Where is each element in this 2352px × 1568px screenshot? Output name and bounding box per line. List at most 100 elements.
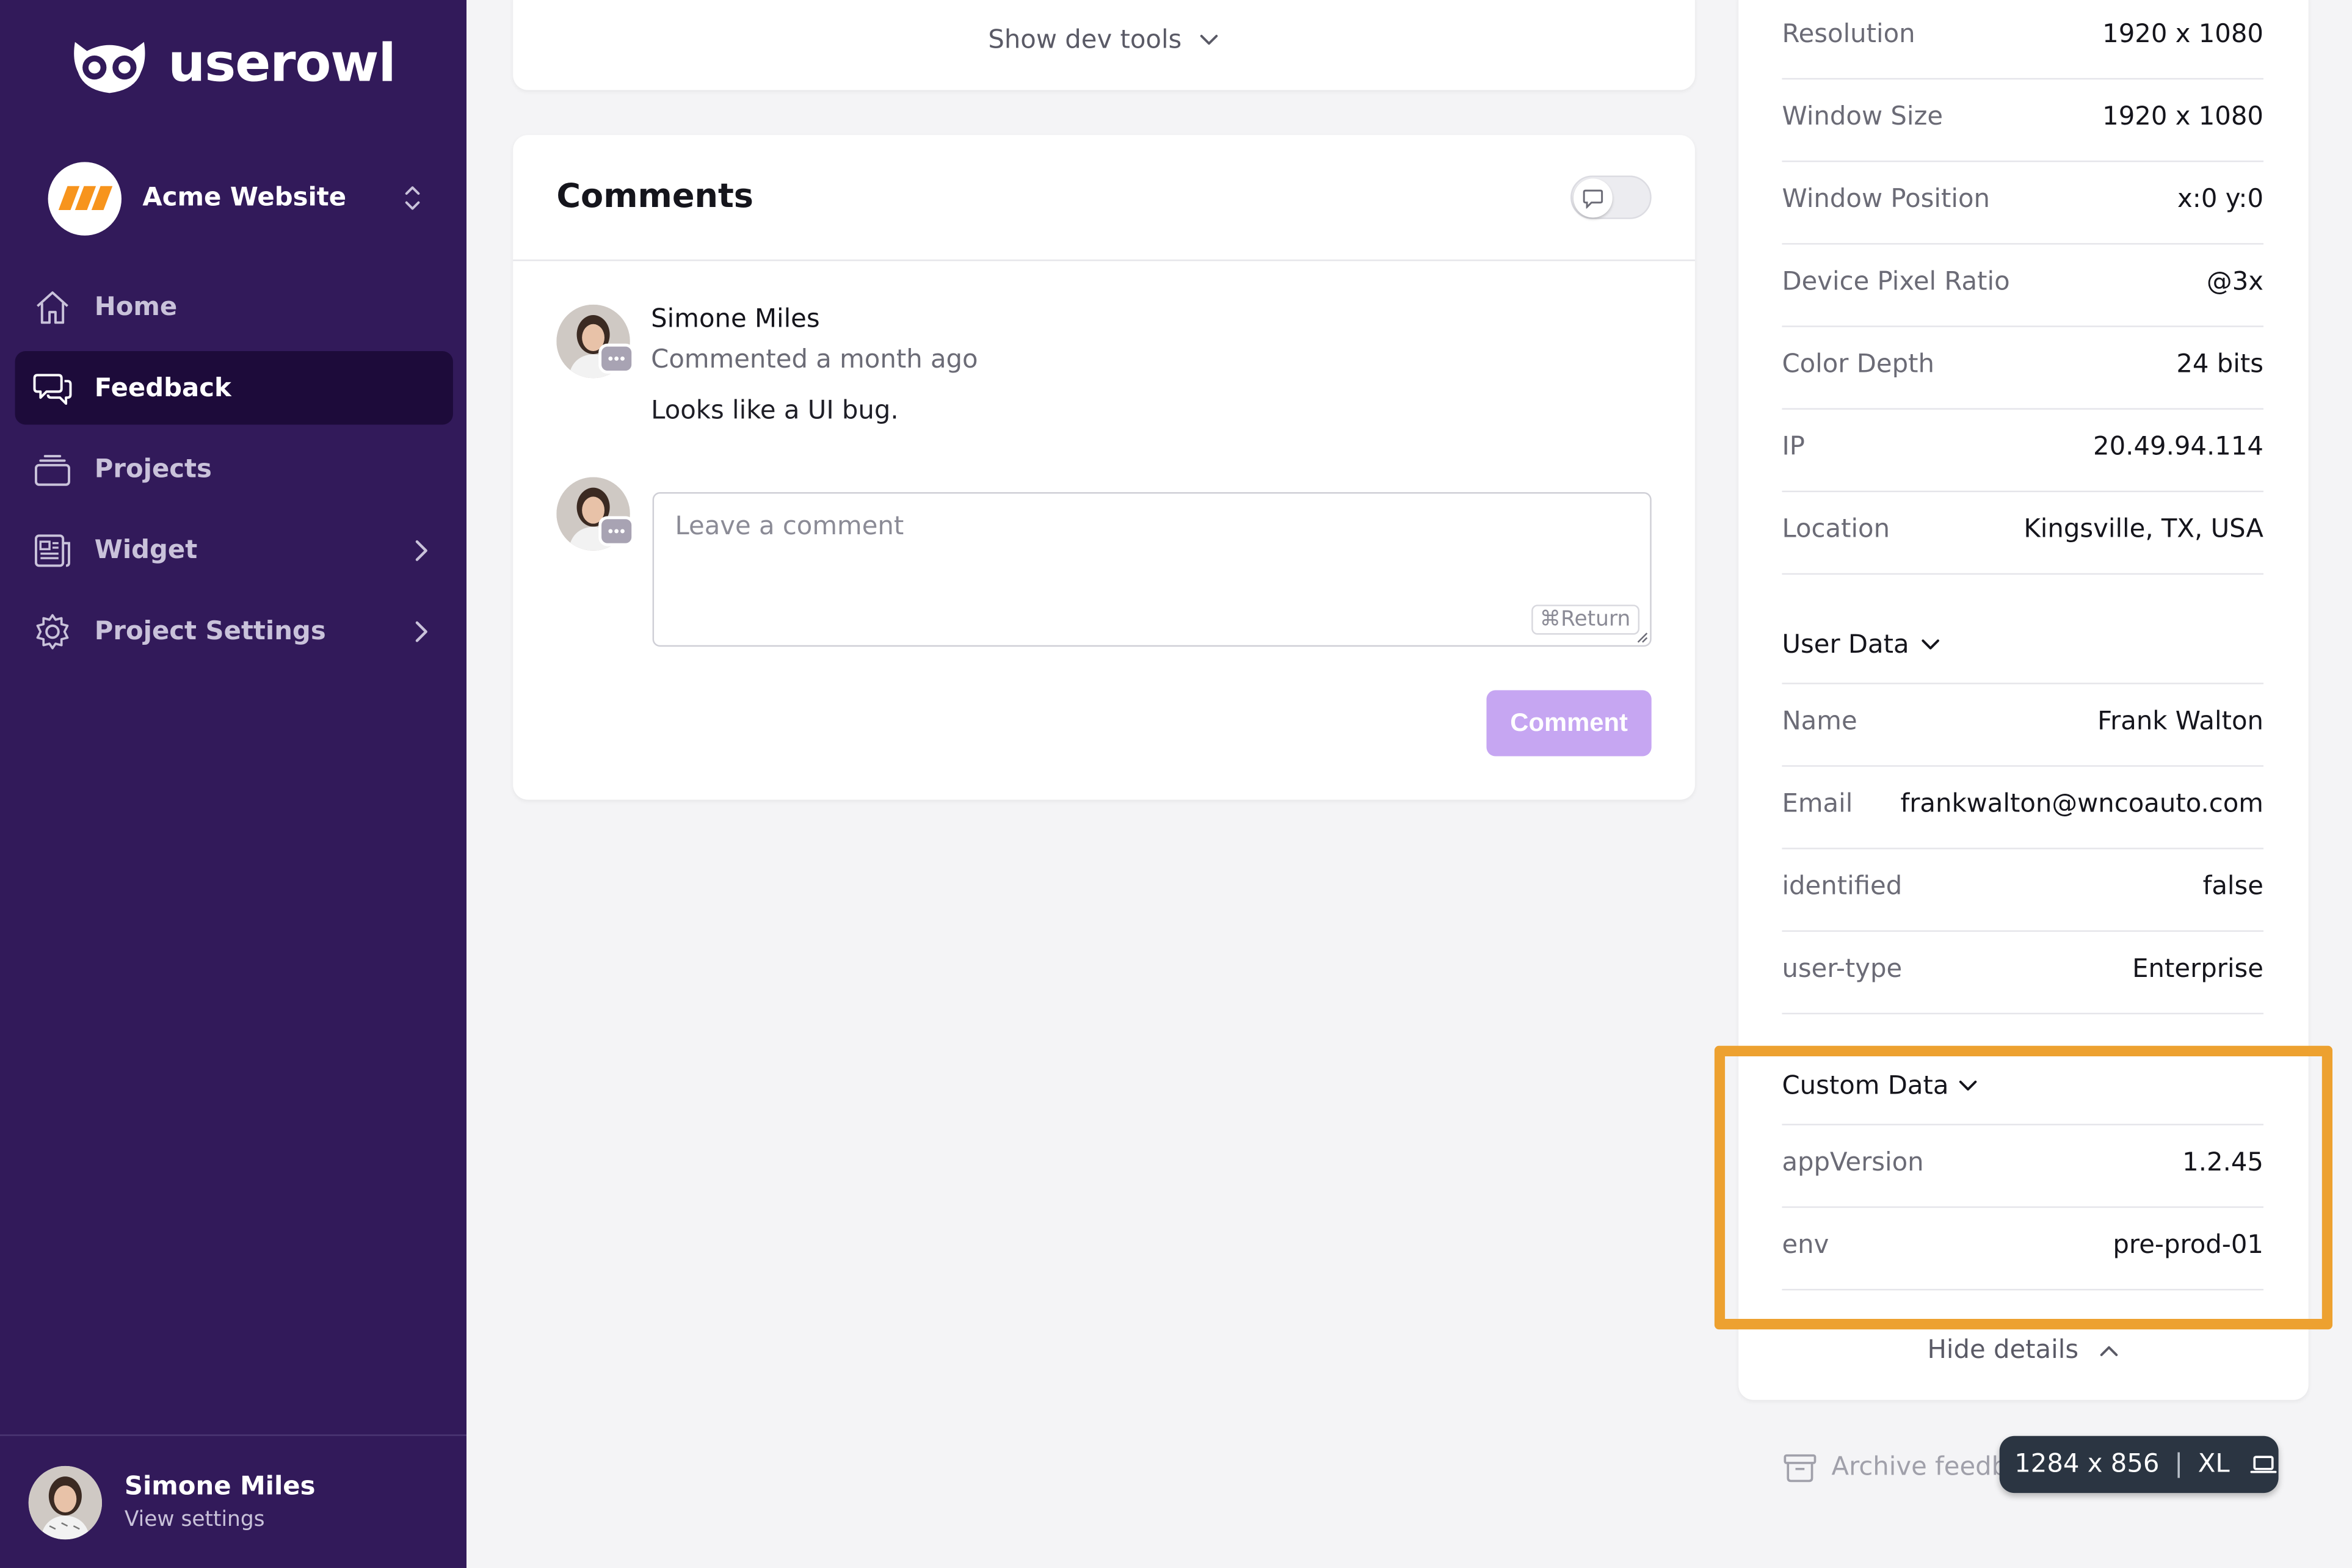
sidebar-item-feedback[interactable]: Feedback <box>15 351 453 425</box>
detail-row-pixel-ratio: Device Pixel Ratio @3x <box>1782 245 2264 327</box>
owl-logo-icon <box>74 42 145 93</box>
newspaper-icon <box>32 529 74 571</box>
detail-key: identified <box>1782 871 1903 902</box>
badge-divider: | <box>2174 1449 2183 1479</box>
comment-author: Simone Miles <box>651 304 820 335</box>
detail-key: Name <box>1782 706 1857 737</box>
detail-row-color-depth: Color Depth 24 bits <box>1782 327 2264 410</box>
user-name: Simone Miles <box>124 1472 316 1502</box>
dev-tools-card: Show dev tools <box>513 0 1695 90</box>
viewport-size: 1284 x 856 <box>2014 1449 2160 1479</box>
detail-value: frankwalton@wncoauto.com <box>1900 789 2264 819</box>
view-settings-link[interactable]: View settings <box>125 1508 316 1532</box>
sidebar-nav: Home Feedback Projects Widget Project Se… <box>15 270 453 675</box>
avatar <box>28 1465 103 1539</box>
show-dev-tools-button[interactable]: Show dev tools <box>513 26 1695 56</box>
archive-feedback-button[interactable]: Archive feedb <box>1784 1453 2008 1483</box>
detail-value: 1920 x 1080 <box>2102 19 2264 50</box>
project-stripes-icon <box>57 186 112 211</box>
detail-row-location: Location Kingsville, TX, USA <box>1782 492 2264 575</box>
speech-bubble-icon <box>1583 189 1603 208</box>
detail-row-window-position: Window Position x:0 y:0 <box>1782 162 2264 245</box>
user-data-title: User Data <box>1782 630 1909 661</box>
comment-badge-icon <box>598 516 635 546</box>
highlight-annotation <box>1714 1045 2333 1330</box>
app-logo[interactable]: userowl <box>66 33 396 96</box>
detail-row-user-type: user-type Enterprise <box>1782 932 2264 1015</box>
submit-shortcut-hint: ⌘Return <box>1531 604 1640 635</box>
detail-key: IP <box>1782 432 1805 462</box>
sidebar-item-label: Home <box>94 291 178 322</box>
sidebar-item-label: Widget <box>94 535 198 565</box>
hide-details-button[interactable]: Hide details <box>1738 1335 2309 1365</box>
app-logo-text: userowl <box>168 34 396 95</box>
comment-body: Looks like a UI bug. <box>651 396 899 426</box>
detail-value: 1920 x 1080 <box>2102 102 2264 132</box>
comments-title: Comments <box>556 178 753 216</box>
comment-input-placeholder: Leave a comment <box>675 511 904 542</box>
chevron-right-icon <box>415 540 427 561</box>
toggle-knob <box>1573 178 1613 218</box>
project-name: Acme Website <box>142 183 347 213</box>
chevron-up-down-icon <box>405 186 420 210</box>
chevron-down-icon <box>1200 35 1218 45</box>
comments-card: Comments Simone Miles Commented a month … <box>513 135 1695 800</box>
detail-key: Window Size <box>1782 102 1944 132</box>
detail-value: @3x <box>2206 267 2264 297</box>
detail-key: Window Position <box>1782 184 1990 215</box>
detail-row-ip: IP 20.49.94.114 <box>1782 410 2264 493</box>
comment-item: Simone Miles Commented a month ago Looks… <box>556 304 978 426</box>
sidebar: userowl Acme Website Home Feedback Proje… <box>0 0 467 1568</box>
app-window: userowl Acme Website Home Feedback Proje… <box>0 0 2352 1568</box>
gear-icon <box>32 610 74 652</box>
detail-row-resolution: Resolution 1920 x 1080 <box>1782 0 2264 80</box>
detail-value: Kingsville, TX, USA <box>2024 514 2264 545</box>
sidebar-item-widget[interactable]: Widget <box>15 513 453 586</box>
chevron-down-icon <box>1922 639 1939 650</box>
detail-row-identified: identified false <box>1782 849 2264 932</box>
compose-avatar-wrap <box>556 477 635 551</box>
resize-handle-icon[interactable] <box>1635 630 1649 644</box>
detail-key: Location <box>1782 514 1890 545</box>
detail-key: Device Pixel Ratio <box>1782 267 2010 297</box>
archive-feedback-label: Archive feedb <box>1831 1452 2008 1483</box>
detail-key: Email <box>1782 789 1853 819</box>
viewport-breakpoint: XL <box>2198 1449 2230 1479</box>
comments-visibility-toggle[interactable] <box>1570 175 1652 219</box>
project-logo <box>48 161 122 235</box>
detail-key: Resolution <box>1782 19 1915 50</box>
comment-submit-button[interactable]: Comment <box>1486 690 1652 757</box>
archive-box-icon <box>1784 1454 1817 1483</box>
sidebar-item-label: Projects <box>94 454 212 484</box>
folder-stack-icon <box>32 448 74 490</box>
detail-key: user-type <box>1782 954 1903 985</box>
sidebar-item-label: Project Settings <box>94 615 326 646</box>
chevron-up-icon <box>2100 1346 2118 1356</box>
sidebar-item-project-settings[interactable]: Project Settings <box>15 594 453 667</box>
detail-value: Frank Walton <box>2097 706 2264 737</box>
user-profile-menu[interactable]: Simone Miles View settings <box>0 1434 467 1568</box>
project-switcher[interactable]: Acme Website <box>48 161 423 236</box>
detail-value: 20.49.94.114 <box>2093 432 2264 462</box>
detail-value: false <box>2202 871 2264 902</box>
detail-value: 24 bits <box>2176 349 2264 380</box>
sidebar-item-home[interactable]: Home <box>15 270 453 343</box>
sidebar-item-label: Feedback <box>94 372 231 403</box>
detail-row-email: Email frankwalton@wncoauto.com <box>1782 767 2264 849</box>
show-dev-tools-label: Show dev tools <box>988 25 1182 56</box>
comment-badge-icon <box>598 343 635 374</box>
comment-input[interactable]: Leave a comment ⌘Return <box>652 492 1652 647</box>
hide-details-label: Hide details <box>1927 1335 2079 1366</box>
laptop-icon <box>2251 1456 2278 1473</box>
comment-timestamp: Commented a month ago <box>651 345 978 376</box>
detail-value: Enterprise <box>2132 954 2264 985</box>
detail-row-name: Name Frank Walton <box>1782 684 2264 767</box>
user-data-toggle[interactable]: User Data <box>1782 609 2264 684</box>
detail-value: x:0 y:0 <box>2177 184 2264 215</box>
chevron-right-icon <box>415 621 427 642</box>
detail-row-window-size: Window Size 1920 x 1080 <box>1782 79 2264 162</box>
chat-bubbles-icon <box>32 367 74 409</box>
comments-header: Comments <box>513 135 1695 261</box>
sidebar-item-projects[interactable]: Projects <box>15 432 453 506</box>
home-icon <box>32 286 74 328</box>
